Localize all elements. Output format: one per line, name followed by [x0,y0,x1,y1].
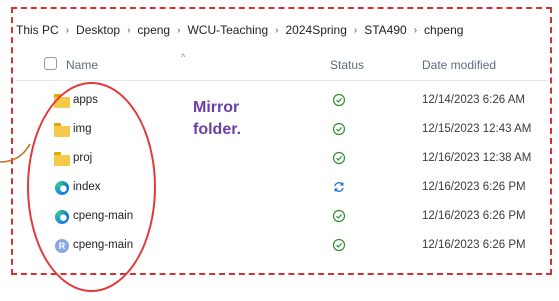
chevron-right-icon: › [65,24,70,36]
breadcrumb-item-desktop[interactable]: Desktop [76,23,120,37]
column-header-row: Name ^ Status Date modified [16,50,548,81]
date-modified: 12/15/2023 12:43 AM [422,123,532,135]
annotation-line-2: folder. [193,121,242,138]
date-modified: 12/16/2023 6:26 PM [422,239,526,251]
date-modified: 12/14/2023 6:26 AM [422,94,525,106]
breadcrumb-item-wcu-teaching[interactable]: WCU-Teaching [187,23,268,37]
chevron-right-icon: › [177,24,181,36]
chevron-right-icon: › [413,24,418,36]
chevron-right-icon: › [275,24,279,36]
date-modified: 12/16/2023 6:26 PM [422,210,526,222]
breadcrumb-item-chpeng[interactable]: chpeng [424,23,463,37]
mirror-folder-annotation: Mirror folder. [193,97,303,141]
sort-ascending-icon: ^ [181,52,186,62]
synced-check-icon [332,93,346,107]
breadcrumb-item-this-pc[interactable]: This PC [16,23,59,37]
highlight-oval [27,82,156,292]
annotation-line-1: Mirror [193,99,240,116]
breadcrumb-item-2024spring[interactable]: 2024Spring [286,23,347,37]
date-modified: 12/16/2023 6:26 PM [422,181,526,193]
breadcrumb: This PC › Desktop › cpeng › WCU-Teaching… [16,20,463,40]
chevron-right-icon: › [353,24,358,36]
synced-check-icon [332,209,346,223]
column-header-status[interactable]: Status [330,58,364,72]
select-all-checkbox[interactable] [44,57,57,70]
column-header-date-modified[interactable]: Date modified [422,58,496,72]
date-modified: 12/16/2023 12:38 AM [422,152,532,164]
synced-check-icon [332,151,346,165]
synced-check-icon [332,238,346,252]
column-header-name[interactable]: Name [66,58,98,72]
synced-check-icon [332,122,346,136]
breadcrumb-item-cpeng[interactable]: cpeng [137,23,170,37]
breadcrumb-item-sta490[interactable]: STA490 [364,23,406,37]
chevron-right-icon: › [127,24,131,36]
syncing-icon [334,182,344,192]
